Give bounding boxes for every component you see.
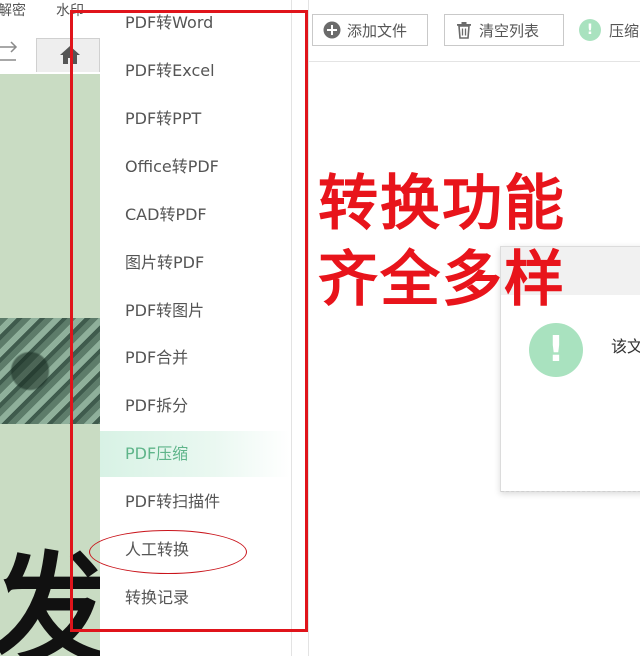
dialog-message: 该文 (611, 337, 640, 356)
menu-item-pdf-to-excel[interactable]: PDF转Excel (100, 48, 290, 94)
menu-item-pdf-split[interactable]: PDF拆分 (100, 383, 290, 429)
background-image: 发 (0, 74, 100, 656)
add-file-label: 添加文件 (347, 21, 408, 40)
left-panel: 解密 水印 发 (0, 0, 100, 656)
menu-item-convert-history[interactable]: 转换记录 (100, 575, 290, 621)
promo-headline: 转换功能 齐全多样 (318, 166, 566, 318)
headline-line-2: 齐全多样 (318, 245, 566, 315)
warning-icon: ! (529, 323, 583, 377)
clear-list-label: 清空列表 (479, 21, 540, 40)
tab-watermark[interactable]: 水印 (56, 0, 84, 20)
tab-decrypt[interactable]: 解密 (0, 0, 26, 20)
top-tabs: 解密 水印 (0, 0, 100, 28)
menu-item-pdf-to-image[interactable]: PDF转图片 (100, 288, 290, 334)
compress-button[interactable]: ! 压缩 (575, 14, 640, 46)
menu-item-image-to-pdf[interactable]: 图片转PDF (100, 240, 290, 286)
clear-list-button[interactable]: 清空列表 (444, 14, 564, 46)
trash-icon (455, 21, 473, 39)
home-tab[interactable] (36, 38, 100, 72)
menu-item-manual-convert[interactable]: 人工转换 (100, 527, 290, 573)
menu-item-pdf-compress[interactable]: PDF压缩 (100, 431, 290, 477)
headline-line-1: 转换功能 (318, 169, 566, 239)
app-window: 解密 水印 发 PDF转Word PDF转Excel PDF转PPT Offic… (0, 0, 640, 656)
home-icon (59, 45, 81, 65)
menu-item-pdf-to-ppt[interactable]: PDF转PPT (100, 96, 290, 142)
add-file-button[interactable]: 添加文件 (312, 14, 428, 46)
menu-item-cad-to-pdf[interactable]: CAD转PDF (100, 192, 290, 238)
panel-divider (308, 0, 309, 656)
convert-menu: PDF转Word PDF转Excel PDF转PPT Office转PDF CA… (100, 0, 292, 656)
toolbar: 添加文件 清空列表 ! 压缩 (309, 0, 640, 62)
alert-icon: ! (579, 19, 601, 41)
add-circle-icon (323, 21, 341, 39)
menu-item-pdf-to-word[interactable]: PDF转Word (100, 0, 290, 46)
menu-item-pdf-merge[interactable]: PDF合并 (100, 335, 290, 381)
menu-item-office-to-pdf[interactable]: Office转PDF (100, 144, 290, 190)
image-character: 发 (0, 542, 100, 656)
menu-item-pdf-to-scan[interactable]: PDF转扫描件 (100, 479, 290, 525)
compress-label: 压缩 (609, 21, 640, 40)
swap-arrows-icon[interactable] (0, 38, 22, 68)
